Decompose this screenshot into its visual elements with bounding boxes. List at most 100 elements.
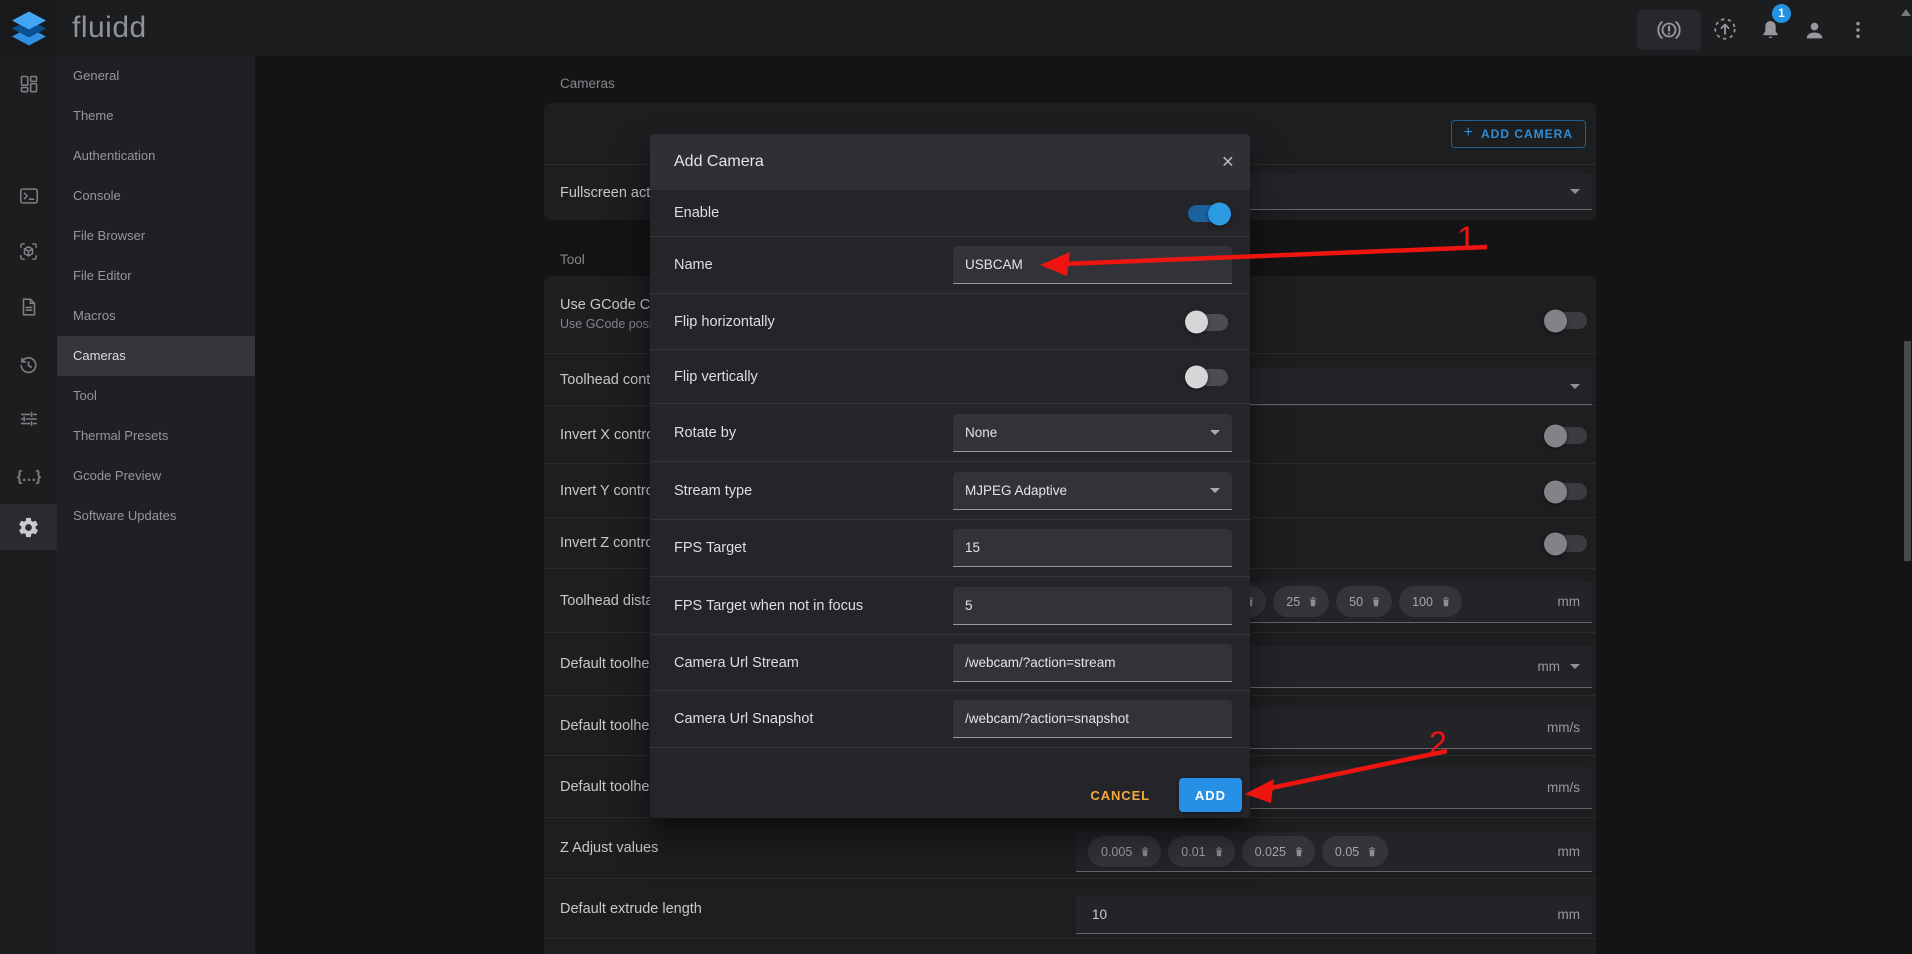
z-adjust-chip[interactable]: 0.01	[1168, 836, 1234, 867]
field-label: Name	[674, 257, 713, 273]
add-camera-label: ADD CAMERA	[1481, 127, 1573, 141]
sidebar-item-settings-active-tile[interactable]	[0, 504, 57, 550]
trash-icon[interactable]	[1307, 595, 1319, 608]
sidebar-item-gcode-preview[interactable]	[0, 229, 57, 273]
camera-url-stream-value[interactable]	[965, 655, 1220, 670]
sidebar-item-tune[interactable]	[0, 397, 57, 441]
flip-vertical-row: Flip vertically	[650, 350, 1250, 404]
field-label: Enable	[674, 205, 719, 221]
sidebar-item-macros[interactable]: {…}	[0, 454, 57, 498]
settings-nav-thermal-presets[interactable]: Thermal Presets	[57, 416, 255, 456]
z-adjust-chip[interactable]: 0.005	[1088, 836, 1161, 867]
enable-row: Enable	[650, 190, 1250, 237]
sidebar-item-history[interactable]	[0, 343, 57, 387]
distance-chip[interactable]: 25	[1273, 586, 1329, 617]
close-icon[interactable]: ×	[1222, 152, 1234, 173]
distance-chip[interactable]: 50	[1336, 586, 1392, 617]
stream-type-select[interactable]: MJPEG Adaptive	[953, 472, 1232, 510]
add-button[interactable]: ADD	[1179, 778, 1242, 812]
select-value: None	[965, 425, 997, 440]
settings-nav-cameras[interactable]: Cameras	[57, 336, 255, 376]
sidebar-rail: {…}	[0, 56, 57, 954]
cancel-button[interactable]: CANCEL	[1082, 778, 1158, 812]
fps-unfocused-input[interactable]	[953, 587, 1232, 625]
dialog-actions: CANCEL ADD	[650, 748, 1250, 818]
camera-url-stream-input[interactable]	[953, 644, 1232, 682]
rotate-by-select[interactable]: None	[953, 414, 1232, 452]
select-value: MJPEG Adaptive	[965, 483, 1067, 498]
z-adjust-field[interactable]: 0.005 0.01 0.025 0.05 mm	[1076, 832, 1592, 872]
input-value: 10	[1092, 907, 1107, 922]
unit-label: mm	[1538, 659, 1561, 674]
extrude-length-input[interactable]: 10 mm	[1076, 896, 1592, 934]
settings-nav-file-browser[interactable]: File Browser	[57, 216, 255, 256]
fps-target-input[interactable]	[953, 529, 1232, 567]
settings-nav-tool[interactable]: Tool	[57, 376, 255, 416]
setting-label: Invert Z control	[560, 535, 657, 551]
name-input[interactable]	[953, 246, 1232, 284]
settings-nav-authentication[interactable]: Authentication	[57, 136, 255, 176]
field-label: Flip horizontally	[674, 314, 775, 330]
fluidd-logo[interactable]	[0, 0, 57, 56]
overflow-menu-button[interactable]	[1846, 16, 1870, 43]
setting-label: Invert X control	[560, 427, 658, 443]
field-label: Flip vertically	[674, 369, 758, 385]
settings-nav-macros[interactable]: Macros	[57, 296, 255, 336]
add-camera-button[interactable]: + ADD CAMERA	[1451, 120, 1586, 148]
field-label: Stream type	[674, 483, 752, 499]
chevron-down-icon	[1570, 664, 1580, 669]
user-account-button[interactable]	[1801, 17, 1827, 43]
z-adjust-chip[interactable]: 0.025	[1242, 836, 1315, 867]
camera-url-snapshot-value[interactable]	[965, 711, 1220, 726]
fps-target-value[interactable]	[965, 540, 1220, 555]
person-icon	[1802, 18, 1827, 43]
trash-icon[interactable]	[1366, 845, 1378, 858]
fluidd-logo-icon	[12, 10, 46, 47]
flip-horizontal-toggle[interactable]	[1188, 314, 1228, 331]
field-label: Camera Url Snapshot	[674, 711, 813, 727]
chevron-down-icon	[1210, 488, 1220, 493]
scrollbar-thumb[interactable]	[1904, 341, 1911, 561]
z-adjust-row: Z Adjust values 0.005 0.01 0.025 0.05 mm	[544, 817, 1596, 878]
settings-nav-general[interactable]: General	[57, 56, 255, 96]
unit-label: mm	[1558, 844, 1581, 859]
settings-nav-software-updates[interactable]: Software Updates	[57, 496, 255, 536]
history-icon	[17, 354, 40, 377]
update-status-button[interactable]	[1712, 16, 1738, 42]
trash-icon[interactable]	[1213, 845, 1225, 858]
settings-nav-gcode-preview[interactable]: Gcode Preview	[57, 456, 255, 496]
sidebar-item-file-browser[interactable]	[0, 285, 57, 329]
settings-nav-theme[interactable]: Theme	[57, 96, 255, 136]
name-input-value[interactable]	[965, 257, 1220, 272]
trash-icon[interactable]	[1293, 845, 1305, 858]
trash-icon[interactable]	[1139, 845, 1151, 858]
fps-unfocused-value[interactable]	[965, 598, 1220, 613]
z-adjust-chip[interactable]: 0.05	[1322, 836, 1388, 867]
name-row: Name	[650, 237, 1250, 294]
scrollbar-up-arrow[interactable]	[1901, 9, 1911, 16]
settings-nav-file-editor[interactable]: File Editor	[57, 256, 255, 296]
sidebar-item-dashboard[interactable]	[0, 62, 57, 106]
use-gcode-toggle[interactable]	[1547, 312, 1587, 329]
sidebar-item-console[interactable]	[0, 174, 57, 218]
invert-y-toggle[interactable]	[1547, 483, 1587, 500]
gear-icon	[17, 516, 40, 539]
trash-icon[interactable]	[1440, 595, 1452, 608]
chevron-down-icon	[1570, 189, 1580, 194]
enable-toggle[interactable]	[1188, 205, 1228, 222]
cube-scan-icon	[17, 240, 40, 263]
cameras-section-title: Cameras	[560, 76, 615, 91]
dots-vertical-icon	[1847, 18, 1869, 42]
distance-chip[interactable]: 100	[1399, 586, 1462, 617]
invert-z-toggle[interactable]	[1547, 535, 1587, 552]
invert-x-toggle[interactable]	[1547, 427, 1587, 444]
setting-label: Invert Y control	[560, 483, 657, 499]
emergency-stop-button[interactable]	[1637, 10, 1701, 50]
trash-icon[interactable]	[1370, 595, 1382, 608]
dialog-title: Add Camera	[674, 153, 764, 171]
settings-nav-console[interactable]: Console	[57, 176, 255, 216]
camera-url-snapshot-input[interactable]	[953, 700, 1232, 738]
flip-vertical-toggle[interactable]	[1188, 369, 1228, 386]
chevron-down-icon	[1210, 430, 1220, 435]
add-camera-dialog: Add Camera × Enable Name Flip horizontal…	[650, 134, 1250, 818]
